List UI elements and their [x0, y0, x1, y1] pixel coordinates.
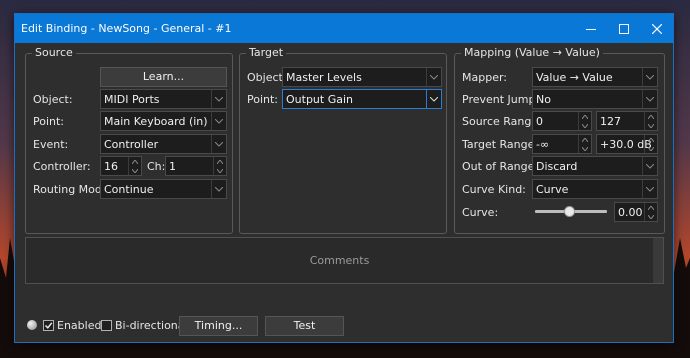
chevron-down-icon — [211, 90, 226, 108]
target-object-value: Master Levels — [286, 71, 362, 84]
maximize-button[interactable] — [607, 14, 640, 43]
target-range-label: Target Range: — [462, 138, 539, 151]
curve-spinbox[interactable]: 0.00 — [614, 202, 658, 222]
target-point-combo[interactable]: Output Gain — [282, 89, 442, 109]
chevron-down-icon — [642, 68, 657, 86]
spin-arrows-icon — [578, 112, 591, 130]
source-group-label: Source — [32, 46, 76, 59]
out-of-range-value: Discard — [536, 160, 578, 173]
bidirectional-label: Bi-directional — [115, 319, 188, 332]
source-range-max-spinbox[interactable]: 127 — [596, 111, 658, 131]
chevron-down-icon — [642, 180, 657, 198]
window-title: Edit Binding - NewSong - General - #1 — [21, 22, 232, 35]
chevron-down-icon — [426, 90, 441, 108]
mapper-label: Mapper: — [462, 71, 507, 84]
source-range-min-value: 0 — [536, 115, 543, 128]
enabled-checkbox[interactable] — [43, 320, 54, 331]
target-range-max-spinbox[interactable]: +30.0 dB — [596, 134, 658, 154]
close-button[interactable] — [640, 14, 673, 43]
source-range-max-value: 127 — [600, 115, 621, 128]
out-of-range-label: Out of Range: — [462, 160, 539, 173]
curve-value: 0.00 — [618, 206, 643, 219]
curve-kind-label: Curve Kind: — [462, 183, 526, 196]
channel-label: Ch: — [147, 160, 166, 173]
source-event-combo[interactable]: Controller — [100, 134, 227, 154]
timing-button[interactable]: Timing... — [179, 316, 258, 336]
curve-label: Curve: — [462, 206, 499, 219]
bidirectional-checkbox[interactable] — [101, 320, 112, 331]
channel-spinbox[interactable]: 1 — [165, 156, 227, 176]
source-range-min-spinbox[interactable]: 0 — [532, 111, 592, 131]
status-led-icon — [27, 320, 37, 330]
source-object-label: Object: — [33, 93, 73, 106]
comments-placeholder: Comments — [309, 254, 370, 267]
target-point-value: Output Gain — [286, 93, 353, 106]
out-of-range-combo[interactable]: Discard — [532, 156, 658, 176]
mapping-group-label: Mapping (Value → Value) — [461, 46, 603, 59]
target-range-min-spinbox[interactable]: -∞ — [532, 134, 592, 154]
chevron-down-icon — [211, 180, 226, 198]
prevent-jumps-combo[interactable]: No — [532, 89, 658, 109]
spin-arrows-icon — [644, 135, 657, 153]
controller-spinbox[interactable]: 16 — [100, 156, 142, 176]
target-range-min-value: -∞ — [536, 138, 550, 151]
checkmark-icon — [45, 322, 53, 329]
minimize-icon — [585, 28, 596, 30]
curve-slider-handle[interactable] — [564, 206, 575, 217]
routing-mode-value: Continue — [104, 183, 154, 196]
controller-label: Controller: — [33, 160, 91, 173]
mapper-value: Value → Value — [536, 71, 613, 84]
routing-mode-combo[interactable]: Continue — [100, 179, 227, 199]
comments-scrollbar[interactable] — [653, 238, 663, 283]
source-event-label: Event: — [33, 138, 69, 151]
spin-arrows-icon — [644, 203, 657, 221]
prevent-jumps-value: No — [536, 93, 551, 106]
minimize-button[interactable] — [574, 14, 607, 43]
source-point-value: Main Keyboard (in) — [104, 115, 208, 128]
channel-value: 1 — [169, 160, 176, 173]
chevron-down-icon — [211, 112, 226, 130]
spin-arrows-icon — [644, 112, 657, 130]
enabled-label: Enabled — [57, 319, 102, 332]
spin-arrows-icon — [128, 157, 141, 175]
spin-arrows-icon — [213, 157, 226, 175]
maximize-icon — [618, 23, 629, 34]
chevron-down-icon — [211, 135, 226, 153]
source-point-label: Point: — [33, 115, 65, 128]
curve-kind-combo[interactable]: Curve — [532, 179, 658, 199]
edit-binding-window: Edit Binding - NewSong - General - #1 So… — [14, 13, 674, 343]
learn-button[interactable]: Learn... — [100, 67, 227, 87]
source-event-value: Controller — [104, 138, 159, 151]
chevron-down-icon — [426, 68, 441, 86]
spin-arrows-icon — [578, 135, 591, 153]
comments-area[interactable]: Comments — [25, 237, 664, 284]
chevron-down-icon — [642, 157, 657, 175]
target-object-label: Object: — [247, 71, 287, 84]
controller-value: 16 — [104, 160, 118, 173]
curve-kind-value: Curve — [536, 183, 569, 196]
target-point-label: Point: — [247, 93, 279, 106]
target-object-combo[interactable]: Master Levels — [282, 67, 442, 87]
test-button[interactable]: Test — [265, 316, 344, 336]
title-bar[interactable]: Edit Binding - NewSong - General - #1 — [15, 14, 673, 43]
target-group-label: Target — [246, 46, 287, 59]
source-object-value: MIDI Ports — [104, 93, 160, 106]
source-range-label: Source Range: — [462, 115, 542, 128]
chevron-down-icon — [642, 90, 657, 108]
mapper-combo[interactable]: Value → Value — [532, 67, 658, 87]
curve-slider[interactable] — [535, 204, 607, 218]
source-object-combo[interactable]: MIDI Ports — [100, 89, 227, 109]
close-icon — [651, 23, 662, 34]
source-point-combo[interactable]: Main Keyboard (in) — [100, 111, 227, 131]
